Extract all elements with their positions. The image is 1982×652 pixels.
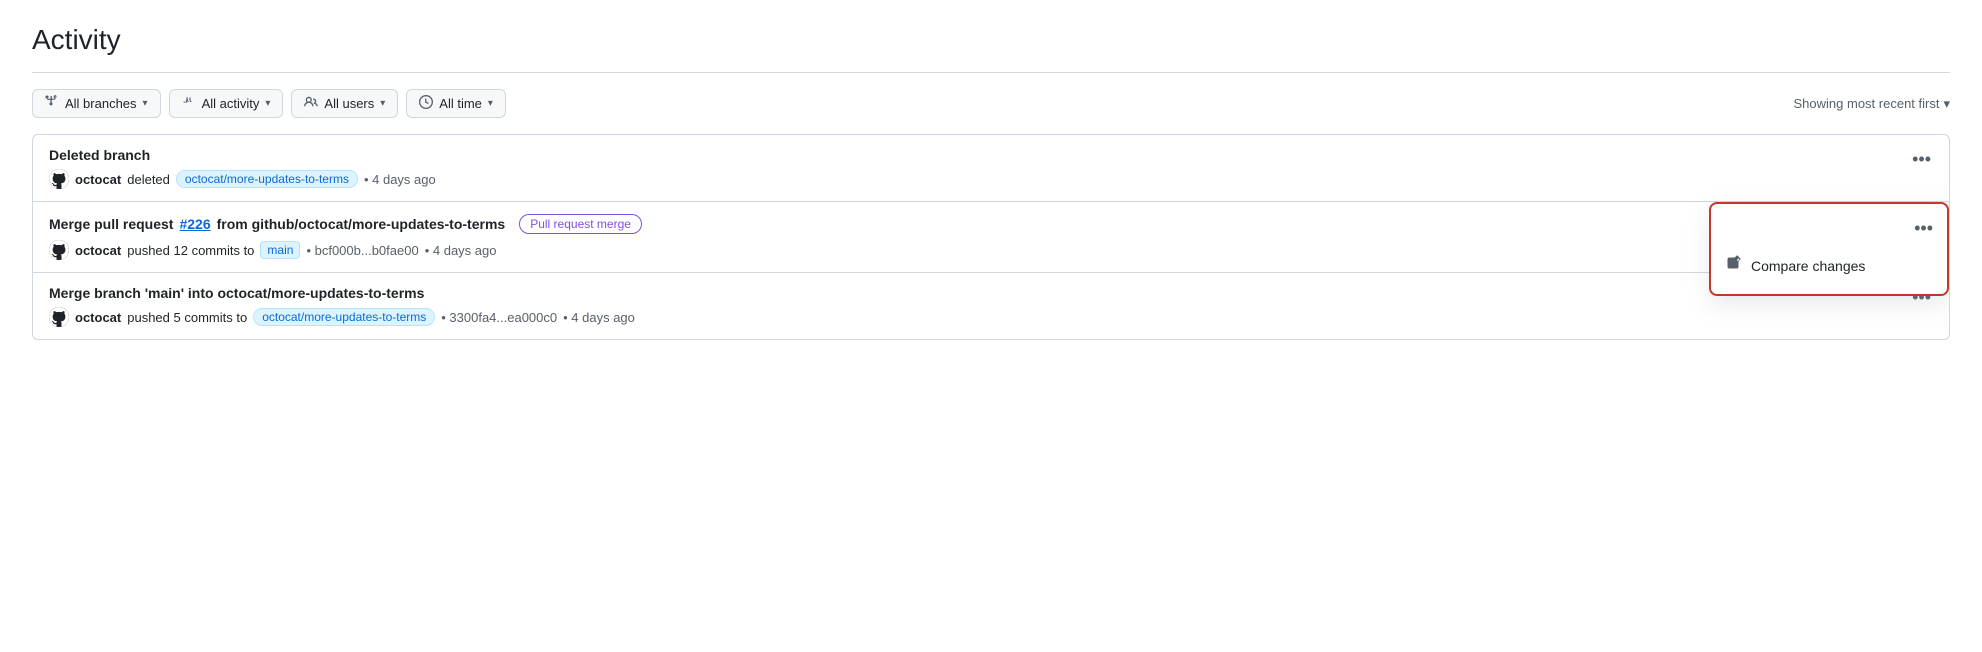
activity-detail-deleted: octocat deleted octocat/more-updates-to-…	[49, 169, 1933, 189]
action-text-1: deleted	[127, 172, 170, 187]
popup-header: •••	[1711, 212, 1947, 245]
activity-type-deleted: Deleted branch	[49, 147, 1933, 163]
activity-chevron-icon: ▾	[265, 98, 270, 109]
compare-label: Compare changes	[1751, 258, 1865, 274]
pr-badge: Pull request merge	[519, 214, 642, 234]
action-text-3: pushed 5 commits to	[127, 310, 247, 325]
branch-icon	[45, 95, 59, 112]
branch-tag-deleted[interactable]: octocat/more-updates-to-terms	[176, 170, 358, 188]
activity-detail-merge: octocat pushed 12 commits to main • bcf0…	[49, 240, 1689, 260]
filters-row: All branches ▾ All activity ▾	[32, 89, 1950, 118]
branches-chevron-icon: ▾	[143, 98, 148, 109]
actor-name-2: octocat	[75, 243, 121, 258]
avatar-octocat-3	[49, 307, 69, 327]
activity-filter-label: All activity	[202, 96, 260, 111]
filters-left: All branches ▾ All activity ▾	[32, 89, 506, 118]
commit-hash-2: • bcf000b...b0fae00	[306, 243, 418, 258]
activity-card: Deleted branch octocat deleted octocat/m…	[32, 134, 1950, 340]
actor-name-3: octocat	[75, 310, 121, 325]
merge-pr-prefix: Merge pull request	[49, 216, 173, 232]
activity-detail-merge-branch: octocat pushed 5 commits to octocat/more…	[49, 307, 1933, 327]
compare-popup: ••• Compare changes	[1709, 202, 1949, 296]
avatar-octocat-2	[49, 240, 69, 260]
sort-label-text: Showing most recent first	[1794, 96, 1940, 111]
activity-type-merge: Merge pull request #226 from github/octo…	[49, 214, 1689, 234]
time-2: • 4 days ago	[425, 243, 497, 258]
commit-hash-3: • 3300fa4...ea000c0	[441, 310, 557, 325]
compare-icon	[1727, 255, 1743, 276]
time-1: • 4 days ago	[364, 172, 436, 187]
users-filter-label: All users	[324, 96, 374, 111]
branch-tag-merge-branch[interactable]: octocat/more-updates-to-terms	[253, 308, 435, 326]
time-3: • 4 days ago	[563, 310, 635, 325]
pr-number-link[interactable]: #226	[179, 216, 210, 232]
activity-type-merge-branch: Merge branch 'main' into octocat/more-up…	[49, 285, 1933, 301]
users-chevron-icon: ▾	[380, 98, 385, 109]
time-filter[interactable]: All time ▾	[406, 89, 506, 118]
section-divider	[32, 72, 1950, 73]
actor-name-1: octocat	[75, 172, 121, 187]
page-title: Activity	[32, 24, 1950, 56]
users-icon	[304, 95, 318, 112]
activity-item-merge-branch: Merge branch 'main' into octocat/more-up…	[33, 273, 1949, 339]
branch-tag-main[interactable]: main	[260, 241, 300, 259]
clock-icon	[419, 95, 433, 112]
activity-item-merge-pr: Merge pull request #226 from github/octo…	[33, 202, 1949, 273]
more-options-btn-2[interactable]: •••	[1908, 216, 1939, 241]
time-chevron-icon: ▾	[488, 98, 493, 109]
merge-pr-suffix: from github/octocat/more-updates-to-term…	[217, 216, 506, 232]
activity-filter[interactable]: All activity ▾	[169, 89, 284, 118]
compare-changes-item[interactable]: Compare changes	[1711, 245, 1947, 286]
users-filter[interactable]: All users ▾	[291, 89, 398, 118]
activity-item-deleted-branch: Deleted branch octocat deleted octocat/m…	[33, 135, 1949, 202]
branches-filter[interactable]: All branches ▾	[32, 89, 161, 118]
branches-filter-label: All branches	[65, 96, 137, 111]
avatar-octocat-1	[49, 169, 69, 189]
time-filter-label: All time	[439, 96, 482, 111]
activity-icon	[182, 95, 196, 112]
sort-chevron-icon: ▾	[1943, 96, 1950, 112]
action-text-2: pushed 12 commits to	[127, 243, 254, 258]
sort-dropdown[interactable]: Showing most recent first ▾	[1794, 96, 1950, 112]
more-options-btn-1[interactable]: •••	[1906, 147, 1937, 172]
